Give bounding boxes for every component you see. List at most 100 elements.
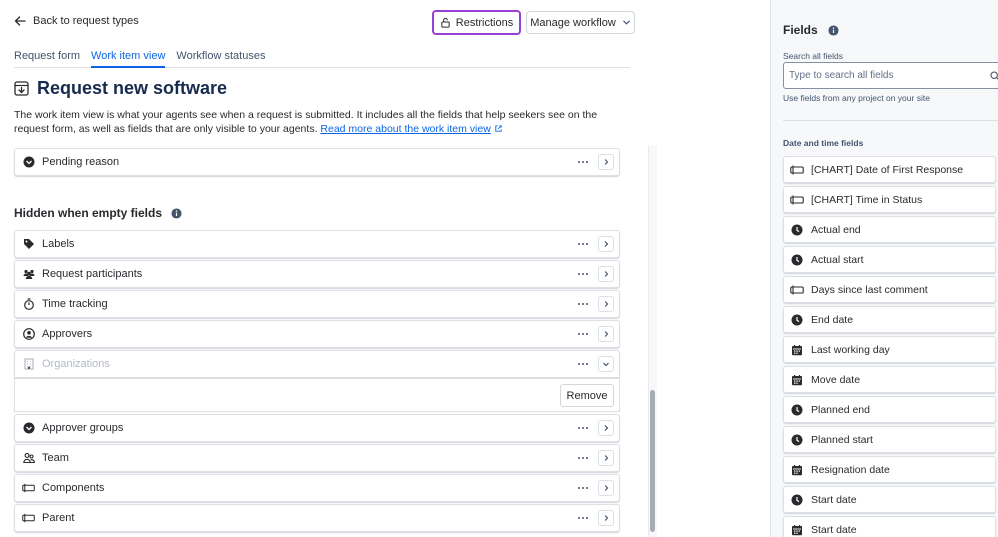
back-link[interactable]: Back to request types xyxy=(14,15,139,27)
field-label: Request participants xyxy=(42,268,143,280)
collapse-button[interactable] xyxy=(598,356,614,372)
textfield-icon xyxy=(22,512,35,525)
field-row-organizations[interactable]: Organizations xyxy=(14,350,620,378)
field-label: Approver groups xyxy=(42,422,124,434)
more-actions-button[interactable] xyxy=(574,356,592,372)
field-label: Time tracking xyxy=(42,298,108,310)
calendar-icon xyxy=(790,524,804,536)
search-label: Search all fields xyxy=(783,51,844,61)
clock-icon xyxy=(790,254,804,266)
field-card[interactable]: [CHART] Date of First Response xyxy=(783,156,996,183)
field-card[interactable]: Start date xyxy=(783,486,996,513)
tag-icon xyxy=(22,238,35,251)
expand-button[interactable] xyxy=(598,326,614,342)
main-content: Back to request types Restrictions Manag… xyxy=(0,0,660,537)
field-label: Pending reason xyxy=(42,156,120,168)
field-card[interactable]: [CHART] Time in Status xyxy=(783,186,996,213)
manage-workflow-button[interactable]: Manage workflow xyxy=(526,11,635,34)
group-title: Date and time fields xyxy=(783,138,864,148)
field-row-parent[interactable]: Parent xyxy=(14,504,620,532)
search-help-text: Use fields from any project on your site xyxy=(783,93,930,103)
field-card-label: [CHART] Time in Status xyxy=(811,193,923,206)
info-icon[interactable] xyxy=(171,207,182,219)
scrollbar-thumb[interactable] xyxy=(650,390,655,532)
chevron-right-icon xyxy=(604,455,609,461)
more-actions-button[interactable] xyxy=(574,266,592,282)
expand-button[interactable] xyxy=(598,296,614,312)
field-card[interactable]: Resignation date xyxy=(783,456,996,483)
external-link-icon xyxy=(495,125,502,132)
expand-button[interactable] xyxy=(598,480,614,496)
field-row-approver-groups[interactable]: Approver groups xyxy=(14,414,620,442)
chevron-down-icon xyxy=(623,20,630,25)
hidden-fields-heading: Hidden when empty fields xyxy=(14,206,182,220)
calendar-icon xyxy=(790,464,804,476)
more-actions-button[interactable] xyxy=(574,154,592,170)
field-card[interactable]: Actual start xyxy=(783,246,996,273)
more-actions-button[interactable] xyxy=(574,420,592,436)
clock-icon xyxy=(790,224,804,236)
tab-work-item-view[interactable]: Work item view xyxy=(91,50,166,68)
field-row-labels[interactable]: Labels xyxy=(14,230,620,258)
chevron-right-icon xyxy=(604,241,609,247)
search-input[interactable] xyxy=(789,70,979,81)
tab-request-form[interactable]: Request form xyxy=(14,50,80,68)
page-description: The work item view is what your agents s… xyxy=(14,108,630,136)
restrictions-label: Restrictions xyxy=(455,16,514,29)
field-label: Parent xyxy=(42,512,75,524)
building-icon xyxy=(22,358,35,371)
more-actions-button[interactable] xyxy=(574,236,592,252)
field-row-approvers[interactable]: Approvers xyxy=(14,320,620,348)
field-row-pending-reason[interactable]: Pending reason xyxy=(14,148,620,176)
more-actions-button[interactable] xyxy=(574,480,592,496)
calendar-icon xyxy=(790,344,804,356)
field-row-request-participants[interactable]: Request participants xyxy=(14,260,620,288)
field-card[interactable]: Planned start xyxy=(783,426,996,453)
view-tabs: Request form Work item view Workflow sta… xyxy=(14,50,630,68)
chevron-down-icon xyxy=(603,362,609,367)
more-actions-button[interactable] xyxy=(574,450,592,466)
chevron-right-icon xyxy=(604,425,609,431)
restrictions-button[interactable]: Restrictions xyxy=(432,10,521,35)
field-card[interactable]: End date xyxy=(783,306,996,333)
remove-button[interactable]: Remove xyxy=(560,384,614,407)
field-row-time-tracking[interactable]: Time tracking xyxy=(14,290,620,318)
field-card[interactable]: Start date xyxy=(783,516,996,537)
textfield-icon xyxy=(790,284,804,296)
divider xyxy=(783,120,998,121)
more-actions-button[interactable] xyxy=(574,510,592,526)
field-card-label: Planned start xyxy=(811,433,873,446)
field-card[interactable]: Actual end xyxy=(783,216,996,243)
expand-button[interactable] xyxy=(598,266,614,282)
expand-button[interactable] xyxy=(598,450,614,466)
fields-panel: Fields Search all fields Use fields from… xyxy=(770,0,998,537)
chevron-right-icon xyxy=(604,515,609,521)
tab-workflow-statuses[interactable]: Workflow statuses xyxy=(176,50,265,68)
search-field[interactable] xyxy=(783,62,998,89)
expand-button[interactable] xyxy=(598,236,614,252)
page-title-text: Request new software xyxy=(37,78,228,98)
people-group-icon xyxy=(22,268,35,281)
read-more-link[interactable]: Read more about the work item view xyxy=(320,123,490,135)
field-row-team[interactable]: Team xyxy=(14,444,620,472)
field-card-label: Actual end xyxy=(811,223,861,236)
field-card[interactable]: Last working day xyxy=(783,336,996,363)
field-card[interactable]: Days since last comment xyxy=(783,276,996,303)
more-actions-button[interactable] xyxy=(574,326,592,342)
field-card[interactable]: Move date xyxy=(783,366,996,393)
search-icon xyxy=(990,71,998,80)
field-card-label: [CHART] Date of First Response xyxy=(811,163,964,176)
field-row-components[interactable]: Components xyxy=(14,474,620,502)
expand-button[interactable] xyxy=(598,420,614,436)
clock-icon xyxy=(790,494,804,506)
more-actions-button[interactable] xyxy=(574,296,592,312)
expand-button[interactable] xyxy=(598,154,614,170)
clock-icon xyxy=(790,404,804,416)
request-type-icon xyxy=(14,81,29,96)
fields-panel-heading: Fields xyxy=(783,23,839,37)
field-card[interactable]: Planned end xyxy=(783,396,996,423)
expand-button[interactable] xyxy=(598,510,614,526)
textfield-icon xyxy=(22,482,35,495)
field-card-label: Move date xyxy=(811,373,861,386)
info-icon[interactable] xyxy=(828,24,839,36)
